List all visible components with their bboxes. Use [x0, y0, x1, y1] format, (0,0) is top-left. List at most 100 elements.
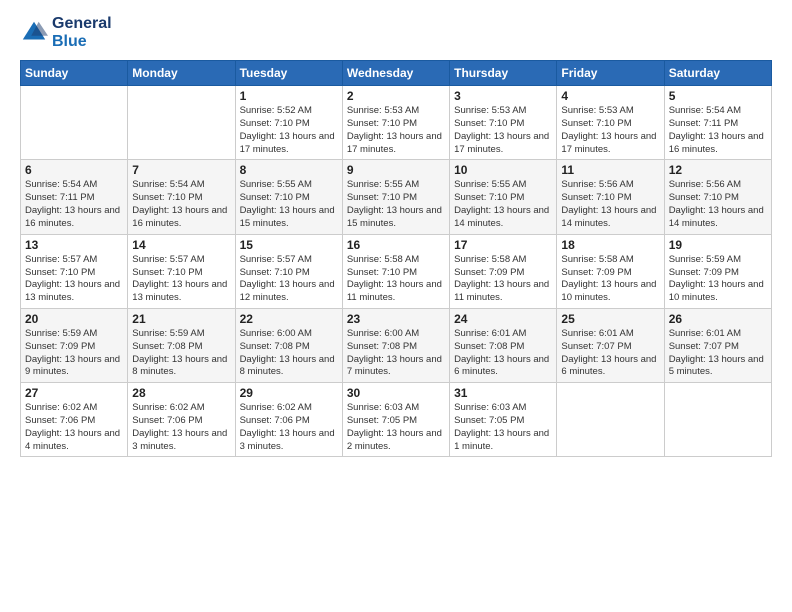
day-cell: 28 Sunrise: 6:02 AM Sunset: 7:06 PM Dayli…: [128, 383, 235, 457]
header: General Blue: [20, 15, 772, 50]
day-info: Sunrise: 5:56 AM Sunset: 7:10 PM Dayligh…: [669, 179, 767, 230]
weekday-header-row: SundayMondayTuesdayWednesdayThursdayFrid…: [21, 61, 772, 86]
day-info: Sunrise: 5:59 AM Sunset: 7:09 PM Dayligh…: [25, 328, 123, 379]
day-cell: 14 Sunrise: 5:57 AM Sunset: 7:10 PM Dayli…: [128, 234, 235, 308]
day-cell: 21 Sunrise: 5:59 AM Sunset: 7:08 PM Dayli…: [128, 308, 235, 382]
day-info: Sunrise: 5:58 AM Sunset: 7:09 PM Dayligh…: [561, 254, 659, 305]
day-cell: 3 Sunrise: 5:53 AM Sunset: 7:10 PM Daylig…: [450, 86, 557, 160]
day-number: 18: [561, 238, 659, 252]
day-cell: 24 Sunrise: 6:01 AM Sunset: 7:08 PM Dayli…: [450, 308, 557, 382]
day-cell: 19 Sunrise: 5:59 AM Sunset: 7:09 PM Dayli…: [664, 234, 771, 308]
day-info: Sunrise: 5:53 AM Sunset: 7:10 PM Dayligh…: [561, 105, 659, 156]
logo-icon: [20, 19, 48, 47]
day-cell: 13 Sunrise: 5:57 AM Sunset: 7:10 PM Dayli…: [21, 234, 128, 308]
day-cell: [128, 86, 235, 160]
day-info: Sunrise: 5:53 AM Sunset: 7:10 PM Dayligh…: [454, 105, 552, 156]
day-number: 4: [561, 89, 659, 103]
day-number: 10: [454, 163, 552, 177]
day-number: 23: [347, 312, 445, 326]
day-number: 21: [132, 312, 230, 326]
week-row-1: 1Sunrise: 5:52 AM Sunset: 7:10 PM Daylig…: [21, 86, 772, 160]
day-cell: 27 Sunrise: 6:02 AM Sunset: 7:06 PM Dayli…: [21, 383, 128, 457]
day-cell: 6 Sunrise: 5:54 AM Sunset: 7:11 PM Daylig…: [21, 160, 128, 234]
day-info: Sunrise: 5:58 AM Sunset: 7:10 PM Dayligh…: [347, 254, 445, 305]
day-cell: 31 Sunrise: 6:03 AM Sunset: 7:05 PM Dayli…: [450, 383, 557, 457]
day-cell: 22Sunrise: 6:00 AM Sunset: 7:08 PM Dayli…: [235, 308, 342, 382]
day-info: Sunrise: 5:57 AM Sunset: 7:10 PM Dayligh…: [25, 254, 123, 305]
day-info: Sunrise: 6:03 AM Sunset: 7:05 PM Dayligh…: [454, 402, 552, 453]
day-number: 6: [25, 163, 123, 177]
page: General Blue SundayMondayTuesdayWednesda…: [0, 0, 792, 612]
week-row-3: 13 Sunrise: 5:57 AM Sunset: 7:10 PM Dayli…: [21, 234, 772, 308]
day-number: 5: [669, 89, 767, 103]
weekday-header-wednesday: Wednesday: [342, 61, 449, 86]
day-number: 12: [669, 163, 767, 177]
day-number: 1: [240, 89, 338, 103]
day-number: 3: [454, 89, 552, 103]
day-info: Sunrise: 6:02 AM Sunset: 7:06 PM Dayligh…: [132, 402, 230, 453]
day-info: Sunrise: 5:57 AM Sunset: 7:10 PM Dayligh…: [132, 254, 230, 305]
weekday-header-monday: Monday: [128, 61, 235, 86]
day-cell: 5 Sunrise: 5:54 AM Sunset: 7:11 PM Daylig…: [664, 86, 771, 160]
day-cell: [664, 383, 771, 457]
week-row-4: 20 Sunrise: 5:59 AM Sunset: 7:09 PM Dayli…: [21, 308, 772, 382]
day-cell: 30 Sunrise: 6:03 AM Sunset: 7:05 PM Dayli…: [342, 383, 449, 457]
day-number: 13: [25, 238, 123, 252]
weekday-header-sunday: Sunday: [21, 61, 128, 86]
day-info: Sunrise: 5:59 AM Sunset: 7:08 PM Dayligh…: [132, 328, 230, 379]
day-number: 24: [454, 312, 552, 326]
day-cell: 16 Sunrise: 5:58 AM Sunset: 7:10 PM Dayli…: [342, 234, 449, 308]
day-number: 22: [240, 312, 338, 326]
day-number: 19: [669, 238, 767, 252]
day-info: Sunrise: 5:54 AM Sunset: 7:11 PM Dayligh…: [25, 179, 123, 230]
day-number: 2: [347, 89, 445, 103]
weekday-header-thursday: Thursday: [450, 61, 557, 86]
day-info: Sunrise: 5:54 AM Sunset: 7:11 PM Dayligh…: [669, 105, 767, 156]
weekday-header-tuesday: Tuesday: [235, 61, 342, 86]
day-cell: 23 Sunrise: 6:00 AM Sunset: 7:08 PM Dayli…: [342, 308, 449, 382]
week-row-5: 27 Sunrise: 6:02 AM Sunset: 7:06 PM Dayli…: [21, 383, 772, 457]
day-cell: 25 Sunrise: 6:01 AM Sunset: 7:07 PM Dayli…: [557, 308, 664, 382]
day-cell: 12 Sunrise: 5:56 AM Sunset: 7:10 PM Dayli…: [664, 160, 771, 234]
day-info: Sunrise: 6:02 AM Sunset: 7:06 PM Dayligh…: [25, 402, 123, 453]
day-cell: 1Sunrise: 5:52 AM Sunset: 7:10 PM Daylig…: [235, 86, 342, 160]
day-number: 28: [132, 386, 230, 400]
day-info: Sunrise: 5:55 AM Sunset: 7:10 PM Dayligh…: [240, 179, 338, 230]
day-info: Sunrise: 5:58 AM Sunset: 7:09 PM Dayligh…: [454, 254, 552, 305]
day-number: 9: [347, 163, 445, 177]
day-info: Sunrise: 5:56 AM Sunset: 7:10 PM Dayligh…: [561, 179, 659, 230]
day-number: 11: [561, 163, 659, 177]
day-info: Sunrise: 5:55 AM Sunset: 7:10 PM Dayligh…: [454, 179, 552, 230]
day-number: 27: [25, 386, 123, 400]
day-info: Sunrise: 5:54 AM Sunset: 7:10 PM Dayligh…: [132, 179, 230, 230]
day-number: 30: [347, 386, 445, 400]
day-info: Sunrise: 6:01 AM Sunset: 7:08 PM Dayligh…: [454, 328, 552, 379]
day-number: 16: [347, 238, 445, 252]
day-number: 15: [240, 238, 338, 252]
day-info: Sunrise: 6:03 AM Sunset: 7:05 PM Dayligh…: [347, 402, 445, 453]
day-info: Sunrise: 6:00 AM Sunset: 7:08 PM Dayligh…: [347, 328, 445, 379]
day-info: Sunrise: 5:57 AM Sunset: 7:10 PM Dayligh…: [240, 254, 338, 305]
day-cell: 4 Sunrise: 5:53 AM Sunset: 7:10 PM Daylig…: [557, 86, 664, 160]
day-number: 20: [25, 312, 123, 326]
day-cell: 10 Sunrise: 5:55 AM Sunset: 7:10 PM Dayli…: [450, 160, 557, 234]
day-cell: 11 Sunrise: 5:56 AM Sunset: 7:10 PM Dayli…: [557, 160, 664, 234]
day-info: Sunrise: 6:01 AM Sunset: 7:07 PM Dayligh…: [561, 328, 659, 379]
day-info: Sunrise: 5:53 AM Sunset: 7:10 PM Dayligh…: [347, 105, 445, 156]
day-cell: 8Sunrise: 5:55 AM Sunset: 7:10 PM Daylig…: [235, 160, 342, 234]
day-info: Sunrise: 5:59 AM Sunset: 7:09 PM Dayligh…: [669, 254, 767, 305]
weekday-header-saturday: Saturday: [664, 61, 771, 86]
day-info: Sunrise: 6:01 AM Sunset: 7:07 PM Dayligh…: [669, 328, 767, 379]
day-number: 17: [454, 238, 552, 252]
day-cell: [21, 86, 128, 160]
day-number: 14: [132, 238, 230, 252]
day-cell: 2 Sunrise: 5:53 AM Sunset: 7:10 PM Daylig…: [342, 86, 449, 160]
day-number: 31: [454, 386, 552, 400]
logo: General Blue: [20, 15, 112, 50]
day-info: Sunrise: 6:02 AM Sunset: 7:06 PM Dayligh…: [240, 402, 338, 453]
calendar: SundayMondayTuesdayWednesdayThursdayFrid…: [20, 60, 772, 457]
day-cell: 29Sunrise: 6:02 AM Sunset: 7:06 PM Dayli…: [235, 383, 342, 457]
day-cell: 7Sunrise: 5:54 AM Sunset: 7:10 PM Daylig…: [128, 160, 235, 234]
day-number: 25: [561, 312, 659, 326]
day-cell: 9Sunrise: 5:55 AM Sunset: 7:10 PM Daylig…: [342, 160, 449, 234]
